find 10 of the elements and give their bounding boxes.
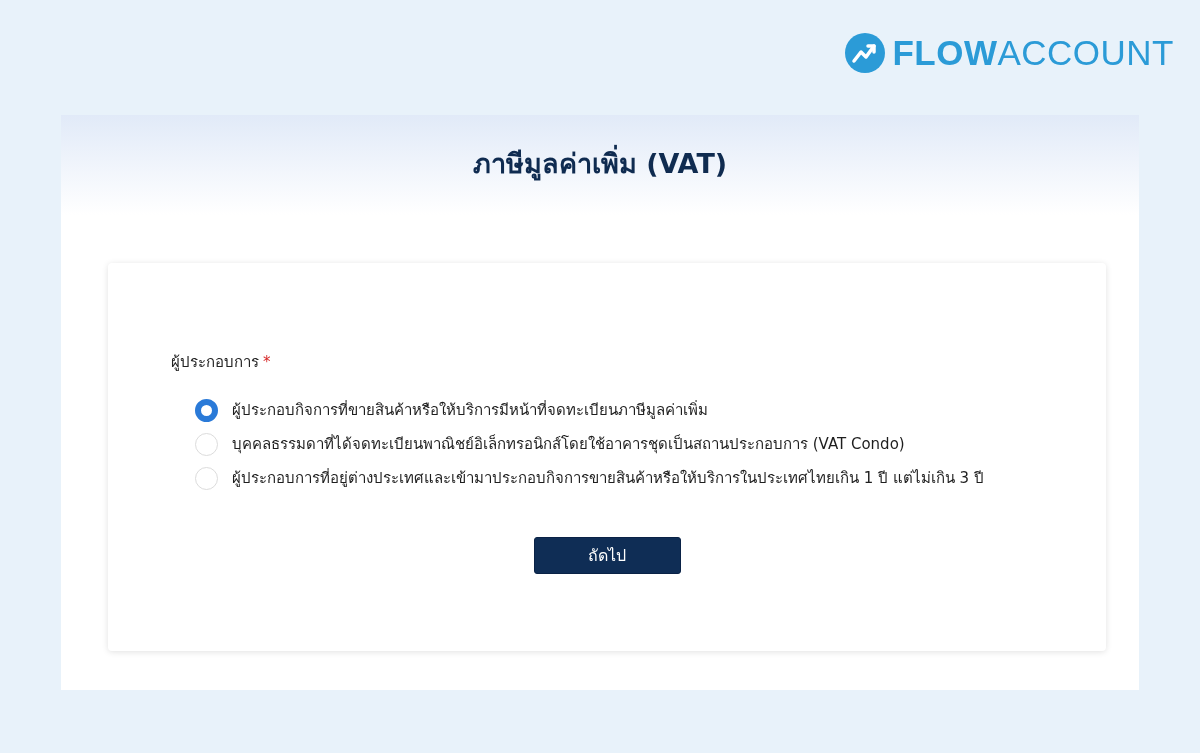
option-label[interactable]: ผู้ประกอบการที่อยู่ต่างประเทศและเข้ามาประกอบกิจการขายสินค้าหรือให้บริการในประเทศไทยเกิน 1 ปี แต่ไม่เกิน 3 ปี xyxy=(232,466,984,490)
radio-button[interactable] xyxy=(195,398,218,422)
field-label: ผู้ประกอบการ xyxy=(171,352,259,373)
option-label[interactable]: บุคคลธรรมดาที่ได้จดทะเบียนพาณิชย์อิเล็กทรอนิกส์โดยใช้อาคารชุดเป็นสถานประกอบการ (VAT Condo) xyxy=(232,432,905,456)
logo-chart-icon xyxy=(845,32,886,73)
next-button[interactable]: ถัดไป xyxy=(533,537,681,574)
required-mark: * xyxy=(263,352,271,373)
page-title: ภาษีมูลค่าเพิ่ม (VAT) xyxy=(472,142,728,185)
brand-logo-text: FLOWACCOUNT xyxy=(892,35,1174,70)
option-label[interactable]: ผู้ประกอบกิจการที่ขายสินค้าหรือให้บริการมีหน้าที่จดทะเบียนภาษีมูลค่าเพิ่ม xyxy=(232,398,708,422)
